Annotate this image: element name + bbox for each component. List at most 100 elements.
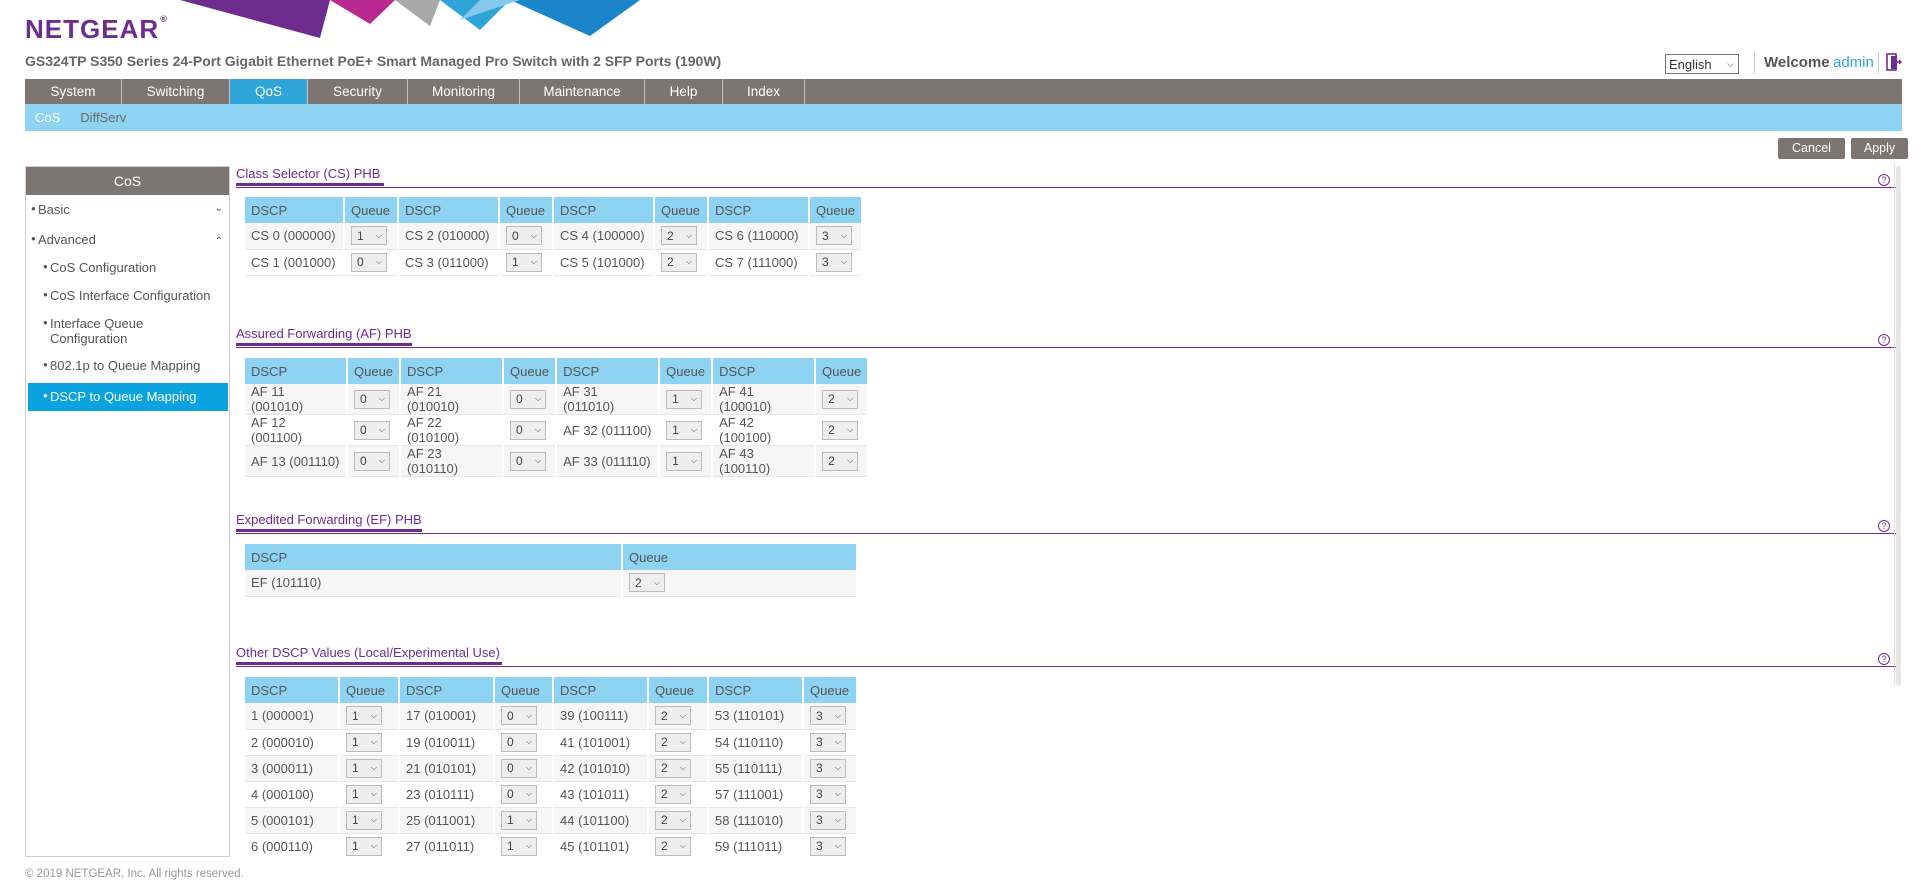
queue-select[interactable]: 2 ⌵ <box>655 836 691 856</box>
language-select[interactable]: English ⌵ <box>1665 54 1739 74</box>
queue-select[interactable]: 1 ⌵ <box>346 810 382 830</box>
queue-select-value: 3 <box>816 761 823 775</box>
queue-select[interactable]: 1 ⌵ <box>666 420 703 440</box>
queue-select[interactable]: 2 ⌵ <box>822 420 859 440</box>
queue-select[interactable]: 1 ⌵ <box>666 451 703 471</box>
queue-select-value: 1 <box>507 813 514 827</box>
queue-select-value: 2 <box>635 575 642 590</box>
queue-select-value: 2 <box>661 787 668 801</box>
help-icon[interactable]: ? <box>1878 174 1890 186</box>
queue-select[interactable]: 1 ⌵ <box>501 810 537 830</box>
queue-cell: 3 ⌵ <box>803 833 858 856</box>
queue-select[interactable]: 0 ⌵ <box>351 252 387 272</box>
dscp-cell: 3 (000011) <box>245 755 340 782</box>
queue-select[interactable]: 2 ⌵ <box>661 226 697 246</box>
queue-select[interactable]: 2 ⌵ <box>822 389 859 409</box>
column-header: Queue <box>339 677 400 703</box>
queue-select[interactable]: 2 ⌵ <box>661 252 697 272</box>
section-title-other: Other DSCP Values (Local/Experimental Us… <box>236 645 502 665</box>
queue-cell: 2 ⌵ <box>654 249 709 276</box>
dscp-cell: 17 (010001) <box>399 703 495 730</box>
queue-select[interactable]: 0 ⌵ <box>510 451 547 471</box>
queue-select[interactable]: 1 ⌵ <box>346 836 382 856</box>
nav-switching[interactable]: Switching <box>122 79 230 104</box>
queue-select[interactable]: 3 ⌵ <box>810 706 846 726</box>
queue-select[interactable]: 0 ⌵ <box>501 784 537 804</box>
help-icon[interactable]: ? <box>1878 520 1890 532</box>
column-header: Queue <box>815 358 870 384</box>
queue-select[interactable]: 1 ⌵ <box>346 732 382 752</box>
bullet-icon: ● <box>43 391 48 400</box>
queue-select[interactable]: 2 ⌵ <box>655 810 691 830</box>
chevron-down-icon: ⌵ <box>679 710 686 720</box>
nav-qos[interactable]: QoS <box>230 79 308 104</box>
queue-select[interactable]: 3 ⌵ <box>810 784 846 804</box>
nav-security[interactable]: Security <box>308 79 408 104</box>
queue-select[interactable]: 3 ⌵ <box>816 226 852 246</box>
sidebar-item-advanced[interactable]: ● Advanced ⌃ <box>26 229 229 255</box>
chevron-down-icon: ⌵ <box>679 763 686 772</box>
help-icon[interactable]: ? <box>1878 334 1890 346</box>
user-link[interactable]: admin <box>1833 54 1874 71</box>
sidebar-item-dscp-to-queue-mapping[interactable]: ● DSCP to Queue Mapping <box>28 383 228 411</box>
queue-select[interactable]: 0 ⌵ <box>510 420 547 440</box>
queue-select[interactable]: 2 ⌵ <box>655 706 691 726</box>
queue-cell: 0 ⌵ <box>503 384 558 415</box>
queue-select[interactable]: 2 ⌵ <box>655 732 691 752</box>
sidebar-item-cos-configuration[interactable]: ● CoS Configuration <box>26 257 229 285</box>
cancel-button[interactable]: Cancel <box>1778 138 1845 159</box>
queue-select[interactable]: 0 ⌵ <box>501 758 537 778</box>
queue-select-value: 2 <box>661 735 668 749</box>
sidebar-item-8021p-to-queue-mapping[interactable]: ● 802.1p to Queue Mapping <box>26 355 229 383</box>
sidebar-item-cos-interface-configuration[interactable]: ● CoS Interface Configuration <box>26 285 229 313</box>
logout-icon[interactable] <box>1886 53 1902 71</box>
queue-select[interactable]: 2 ⌵ <box>655 758 691 778</box>
queue-select[interactable]: 3 ⌵ <box>810 836 846 856</box>
queue-select[interactable]: 3 ⌵ <box>810 810 846 830</box>
queue-cell: 0 ⌵ <box>494 781 554 808</box>
queue-select[interactable]: 3 ⌵ <box>816 252 852 272</box>
queue-select[interactable]: 1 ⌵ <box>346 706 382 726</box>
queue-select-value: 3 <box>816 839 823 853</box>
queue-select[interactable]: 3 ⌵ <box>810 732 846 752</box>
queue-select[interactable]: 0 ⌵ <box>501 732 537 752</box>
queue-select[interactable]: 2 ⌵ <box>655 784 691 804</box>
queue-select[interactable]: 0 ⌵ <box>354 451 390 471</box>
queue-select[interactable]: 3 ⌵ <box>810 758 846 778</box>
help-icon[interactable]: ? <box>1878 653 1890 665</box>
queue-select[interactable]: 0 ⌵ <box>501 706 537 726</box>
dscp-cell: 19 (010011) <box>399 729 495 756</box>
queue-select[interactable]: 1 ⌵ <box>351 226 387 246</box>
chevron-down-icon: ⌵ <box>530 257 537 266</box>
queue-select[interactable]: 0 ⌵ <box>510 389 547 409</box>
queue-select[interactable]: 0 ⌵ <box>354 389 390 409</box>
nav-help[interactable]: Help <box>645 79 723 104</box>
queue-select[interactable]: 2 ⌵ <box>822 451 859 471</box>
queue-cell: 1 ⌵ <box>339 781 400 808</box>
sidebar-item-interface-queue-configuration[interactable]: ● Interface Queue Configuration <box>26 313 156 355</box>
subnav-cos[interactable]: CoS <box>35 110 60 125</box>
sidebar-item-basic[interactable]: ● Basic ⌄ <box>26 199 229 225</box>
queue-select[interactable]: 0 ⌵ <box>506 226 542 246</box>
nav-monitoring[interactable]: Monitoring <box>408 79 520 104</box>
nav-system[interactable]: System <box>25 79 122 104</box>
subnav-diffserv[interactable]: DiffServ <box>80 110 126 125</box>
queue-select-value: 1 <box>507 839 514 853</box>
queue-select[interactable]: 2 ⌵ <box>629 573 665 593</box>
column-header: Queue <box>347 358 402 384</box>
queue-cell: 2 ⌵ <box>648 833 709 856</box>
queue-select[interactable]: 1 ⌵ <box>501 836 537 856</box>
apply-button[interactable]: Apply <box>1851 138 1908 159</box>
nav-index[interactable]: Index <box>723 79 805 104</box>
queue-select[interactable]: 1 ⌵ <box>346 784 382 804</box>
column-header: Queue <box>344 197 399 223</box>
queue-select[interactable]: 1 ⌵ <box>346 758 382 778</box>
dscp-cell: 23 (010111) <box>399 781 495 808</box>
nav-maintenance[interactable]: Maintenance <box>520 79 645 104</box>
queue-select[interactable]: 1 ⌵ <box>506 252 542 272</box>
dscp-cell: 58 (111010) <box>708 807 804 834</box>
queue-select-value: 2 <box>661 761 668 775</box>
queue-select[interactable]: 1 ⌵ <box>666 389 703 409</box>
queue-select[interactable]: 0 ⌵ <box>354 420 390 440</box>
scrollbar-thumb[interactable] <box>1896 166 1901 686</box>
